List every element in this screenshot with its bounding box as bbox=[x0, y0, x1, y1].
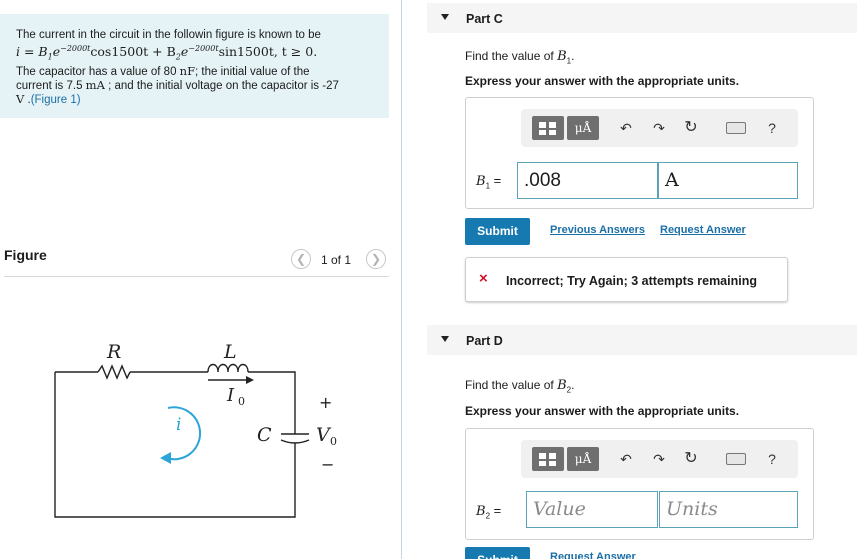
part-d-var-label: B2 = bbox=[476, 503, 501, 521]
equals: = bbox=[493, 503, 502, 518]
chevron-right-icon: ❯ bbox=[370, 252, 382, 266]
part-c-value-input[interactable]: .008 bbox=[517, 162, 658, 199]
pane-divider bbox=[401, 0, 402, 559]
var-sub: 1 bbox=[485, 181, 491, 191]
part-c-prompt: Find the value of B1. bbox=[465, 49, 574, 65]
part-c-instructions: Express your answer with the appropriate… bbox=[465, 74, 740, 88]
var: B bbox=[557, 378, 567, 393]
current-label: I bbox=[226, 385, 235, 406]
part-d-units-input[interactable]: Units bbox=[659, 491, 798, 528]
part-d-header[interactable]: Part D bbox=[427, 325, 857, 355]
var: B bbox=[476, 174, 486, 189]
collapse-triangle-icon bbox=[441, 14, 449, 20]
templates-button[interactable] bbox=[532, 116, 564, 140]
capacitor-label: C bbox=[257, 424, 272, 446]
voltage-sub: 0 bbox=[330, 435, 337, 448]
part-c-answer-box: μÅ ↶ ↷ ↻ ? B1 = .008 A bbox=[465, 97, 814, 209]
help-button[interactable]: ? bbox=[760, 447, 784, 471]
part-c-title: Part C bbox=[466, 12, 503, 26]
part-c-request-answer-link[interactable]: Request Answer bbox=[660, 224, 746, 236]
equals: = bbox=[493, 173, 502, 188]
text: . bbox=[571, 378, 575, 392]
previous-answers-link[interactable]: Previous Answers bbox=[550, 224, 645, 236]
part-d-request-answer-link[interactable]: Request Answer bbox=[550, 551, 636, 559]
current-sub: 0 bbox=[238, 395, 245, 408]
eq-sup: −2000t bbox=[60, 44, 91, 53]
inductor-symbol bbox=[207, 363, 249, 373]
reset-icon[interactable]: ↻ bbox=[679, 447, 703, 471]
loop-current-arrow bbox=[165, 406, 202, 461]
part-d-title: Part D bbox=[466, 334, 503, 348]
part-d-answer-box: μÅ ↶ ↷ ↻ ? B2 = Value Units bbox=[465, 428, 814, 540]
templates-button[interactable] bbox=[532, 447, 564, 471]
undo-icon[interactable]: ↶ bbox=[614, 447, 638, 471]
var: B bbox=[557, 49, 567, 64]
text: The capacitor has a value of 80 bbox=[16, 65, 180, 78]
eq-part: i = B bbox=[16, 44, 48, 60]
loop-current-label: i bbox=[176, 415, 181, 435]
part-d-instructions: Express your answer with the appropriate… bbox=[465, 404, 740, 418]
part-d-value-input[interactable]: Value bbox=[526, 491, 658, 528]
text: . bbox=[571, 49, 575, 63]
inductor-label: L bbox=[223, 341, 237, 363]
collapse-triangle-icon bbox=[441, 336, 449, 342]
part-c-var-label: B1 = bbox=[476, 173, 501, 191]
eq-sup: −2000t bbox=[188, 44, 219, 53]
eq-part: e bbox=[52, 44, 61, 60]
minus-sign: − bbox=[321, 455, 334, 474]
math-toolbar: μÅ ↶ ↷ ↻ ? bbox=[521, 440, 798, 478]
error-x-icon: × bbox=[479, 270, 488, 287]
text: Find the value of bbox=[465, 378, 558, 392]
problem-statement: The current in the circuit in the follow… bbox=[0, 14, 389, 118]
capacitor-plate bbox=[280, 439, 310, 444]
part-d-prompt: Find the value of B2. bbox=[465, 378, 574, 394]
figure-link[interactable]: (Figure 1) bbox=[31, 94, 81, 106]
loop-arrow-head bbox=[160, 452, 171, 464]
units-button[interactable]: μÅ bbox=[567, 116, 599, 140]
redo-icon[interactable]: ↷ bbox=[647, 116, 671, 140]
figure-prev-button[interactable]: ❮ bbox=[291, 249, 311, 269]
part-c-submit-button[interactable]: Submit bbox=[465, 218, 530, 245]
math-toolbar: μÅ ↶ ↷ ↻ ? bbox=[521, 109, 798, 147]
arrow-head bbox=[246, 376, 254, 384]
text: current is 7.5 bbox=[16, 79, 86, 92]
keyboard-icon[interactable] bbox=[726, 453, 746, 465]
keyboard-icon[interactable] bbox=[726, 122, 746, 134]
part-d-submit-button[interactable]: Submit bbox=[465, 547, 530, 559]
units-button[interactable]: μÅ bbox=[567, 447, 599, 471]
figure-heading: Figure bbox=[4, 247, 47, 263]
problem-line-5: V .(Figure 1) bbox=[16, 92, 381, 107]
eq-part: cos1500t + B bbox=[90, 44, 176, 60]
feedback-text: Incorrect; Try Again; 3 attempts remaini… bbox=[506, 274, 757, 288]
help-button[interactable]: ? bbox=[760, 116, 784, 140]
text: ; the initial value of the bbox=[195, 65, 310, 78]
eq-part: sin1500t, t ≥ 0. bbox=[218, 44, 318, 60]
var-sub: 2 bbox=[485, 511, 491, 521]
redo-icon[interactable]: ↷ bbox=[647, 447, 671, 471]
reset-icon[interactable]: ↻ bbox=[679, 116, 703, 140]
resistor-symbol bbox=[97, 364, 131, 380]
feedback-message: × Incorrect; Try Again; 3 attempts remai… bbox=[465, 257, 788, 302]
text: ; and the initial voltage on the capacit… bbox=[104, 79, 339, 92]
figure-next-button[interactable]: ❯ bbox=[366, 249, 386, 269]
figure-rule bbox=[4, 276, 389, 277]
text: Find the value of bbox=[465, 49, 558, 63]
unit-ma: mA bbox=[85, 77, 105, 92]
figure-pager: 1 of 1 bbox=[321, 253, 352, 267]
part-c-header[interactable]: Part C bbox=[427, 3, 857, 33]
plus-sign: + bbox=[319, 393, 332, 412]
chevron-left-icon: ❮ bbox=[295, 252, 307, 266]
circuit-diagram: R L I 0 C V 0 i + − bbox=[54, 341, 337, 518]
problem-line-1: The current in the circuit in the follow… bbox=[16, 29, 321, 41]
part-c-units-input[interactable]: A bbox=[658, 162, 798, 199]
problem-equation: i = B1e−2000tcos1500t + B2e−2000tsin1500… bbox=[16, 42, 381, 65]
unit-nf: nF bbox=[179, 63, 196, 78]
var: B bbox=[476, 504, 486, 519]
problem-line-4: current is 7.5 mA ; and the initial volt… bbox=[16, 77, 381, 93]
resistor-label: R bbox=[106, 341, 121, 363]
undo-icon[interactable]: ↶ bbox=[614, 116, 638, 140]
problem-line-3: The capacitor has a value of 80 nF; the … bbox=[16, 63, 381, 79]
